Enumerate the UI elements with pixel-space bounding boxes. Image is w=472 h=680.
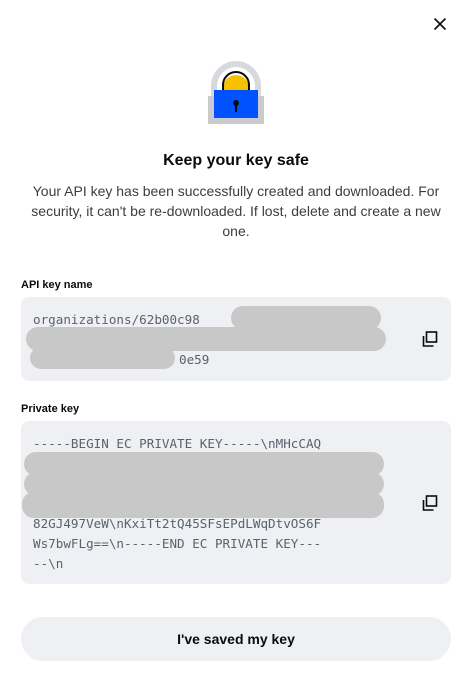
dialog-title: Keep your key safe (163, 152, 309, 169)
copy-private-key-button[interactable] (421, 494, 439, 512)
private-key-line-1: -----BEGIN EC PRIVATE KEY-----\nMHcCAQ (33, 436, 322, 451)
close-icon (434, 18, 446, 30)
private-key-field[interactable]: -----BEGIN EC PRIVATE KEY-----\nMHcCAQ 8… (21, 421, 451, 584)
private-key-label: Private key (21, 403, 80, 415)
copy-api-key-button[interactable] (421, 330, 439, 348)
api-key-line-3: 0e59 (179, 352, 210, 367)
close-button[interactable] (428, 12, 452, 36)
padlock-icon (208, 61, 264, 124)
redaction-mask (22, 492, 384, 518)
redaction-mask (30, 347, 175, 369)
hero-illustration (0, 60, 472, 130)
api-key-label: API key name (21, 279, 93, 291)
api-key-field[interactable]: organizations/62b00c98 0e59 (21, 297, 451, 381)
private-key-line-6: Ws7bwFLg==\n-----END EC PRIVATE KEY--- (33, 536, 322, 551)
copy-icon (422, 495, 438, 511)
dialog-subtitle: Your API key has been successfully creat… (31, 183, 441, 239)
private-key-line-7: --\n (33, 556, 64, 571)
saved-key-button[interactable]: I've saved my key (21, 617, 451, 661)
copy-icon (422, 331, 438, 347)
